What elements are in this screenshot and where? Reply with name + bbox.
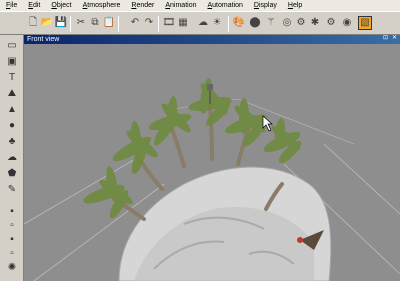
- menu-item[interactable]: Help: [288, 0, 302, 11]
- terrain-icon[interactable]: ⛰: [5, 87, 19, 101]
- redo-icon[interactable]: ↷: [142, 16, 156, 30]
- lighting-icon[interactable]: ☀: [210, 16, 224, 30]
- menu-item[interactable]: Display: [254, 0, 277, 11]
- open-icon[interactable]: 📂: [40, 16, 54, 30]
- left-toolbar: ▭ ▣ T ⛰ ▲ ● ♣ ☁ ⬟ ✎ ▪ ▫ ▪ ▫ ✺: [0, 35, 24, 281]
- paste-icon[interactable]: 📋: [102, 16, 116, 30]
- options-icon-3[interactable]: ◉: [340, 16, 354, 30]
- magic-wand-icon[interactable]: ⚚: [264, 16, 278, 30]
- menu-item-rest: ile: [10, 2, 18, 9]
- toolbar: 🗋 📂 💾 ✂ ⧉ 📋 ↶ ↷ 🎞 ▦ ☁ ☀ 🎨 ⬤ ⚚ ◎ ⚙ ✱ ⚙ ◉ …: [0, 11, 400, 35]
- new-document-icon[interactable]: 🗋: [26, 16, 40, 30]
- view-buttons: ⊡ ✕: [382, 35, 398, 42]
- cloud-icon[interactable]: ☁: [5, 151, 19, 165]
- menu-item-rest: nimation: [170, 2, 197, 9]
- object-icon-3[interactable]: ▪: [5, 233, 19, 247]
- light-icon[interactable]: ✺: [5, 261, 19, 275]
- object-icon[interactable]: ▪: [5, 205, 19, 219]
- object-icon-4[interactable]: ▫: [5, 247, 19, 261]
- palm-tree-1: [83, 166, 133, 219]
- copy-icon[interactable]: ⧉: [88, 16, 102, 30]
- options-icon[interactable]: ✱: [308, 16, 322, 30]
- palm-tree-3: [148, 96, 192, 146]
- palm-tree-5: [225, 98, 267, 147]
- view-title-bar[interactable]: Front view ⊡ ✕: [24, 35, 400, 44]
- settings-icon[interactable]: ⚙: [294, 16, 308, 30]
- pencil-icon[interactable]: ✎: [5, 183, 19, 197]
- cloud-icon[interactable]: ☁: [196, 16, 210, 30]
- select-icon[interactable]: ▭: [5, 39, 19, 53]
- wireframe-icon[interactable]: ▧: [358, 16, 372, 30]
- animation-icon[interactable]: 🎞: [162, 16, 176, 30]
- menu-item-rest: tmosphere: [87, 2, 121, 9]
- color-palette-icon[interactable]: 🎨: [232, 16, 246, 30]
- menu-item[interactable]: Animation: [165, 0, 196, 11]
- menu-item-rest: isplay: [258, 2, 277, 9]
- grid-line: [323, 143, 400, 215]
- view-title: Front view: [27, 36, 60, 43]
- menu-item-rest: elp: [292, 2, 303, 9]
- mountain-icon[interactable]: ▲: [5, 103, 19, 117]
- toolbar-separator: [158, 16, 159, 32]
- menu-item-rest: ender: [136, 2, 155, 9]
- menu-item[interactable]: Render: [131, 0, 154, 11]
- menu-item[interactable]: Object: [51, 0, 71, 11]
- menu-item[interactable]: Atmosphere: [83, 0, 121, 11]
- object-icon-2[interactable]: ▫: [5, 219, 19, 233]
- menu-item[interactable]: Automation: [207, 0, 242, 11]
- text-icon[interactable]: T: [5, 71, 19, 85]
- render-icon[interactable]: ▦: [176, 16, 190, 30]
- view-pin-icon[interactable]: ⊡: [382, 35, 389, 42]
- save-icon[interactable]: 💾: [54, 16, 68, 30]
- cut-icon[interactable]: ✂: [74, 16, 88, 30]
- menu-bar: File Edit Object Atmosphere Render Animation A…: [0, 0, 400, 11]
- toolbar-separator: [118, 16, 119, 32]
- menu-item[interactable]: Edit: [28, 0, 40, 11]
- target-icon[interactable]: ◎: [280, 16, 294, 30]
- view-close-icon[interactable]: ✕: [391, 35, 398, 42]
- plant-icon[interactable]: ♣: [5, 135, 19, 149]
- undo-icon[interactable]: ↶: [128, 16, 142, 30]
- colors-icon[interactable]: ⬤: [248, 16, 262, 30]
- cube-icon[interactable]: ▣: [5, 55, 19, 69]
- menu-item-rest: utomation: [212, 2, 243, 9]
- viewport-3d[interactable]: [24, 44, 400, 281]
- toolbar-separator: [70, 16, 71, 32]
- menu-item[interactable]: File: [6, 0, 17, 11]
- menu-item-rest: dit: [32, 2, 41, 9]
- menu-item-rest: bject: [56, 2, 72, 9]
- sphere-icon[interactable]: ●: [5, 119, 19, 133]
- options-icon-2[interactable]: ⚙: [324, 16, 338, 30]
- rock-icon[interactable]: ⬟: [5, 167, 19, 181]
- toolbar-separator: [228, 16, 229, 32]
- scene-render: [24, 78, 400, 281]
- grid-line: [24, 153, 145, 225]
